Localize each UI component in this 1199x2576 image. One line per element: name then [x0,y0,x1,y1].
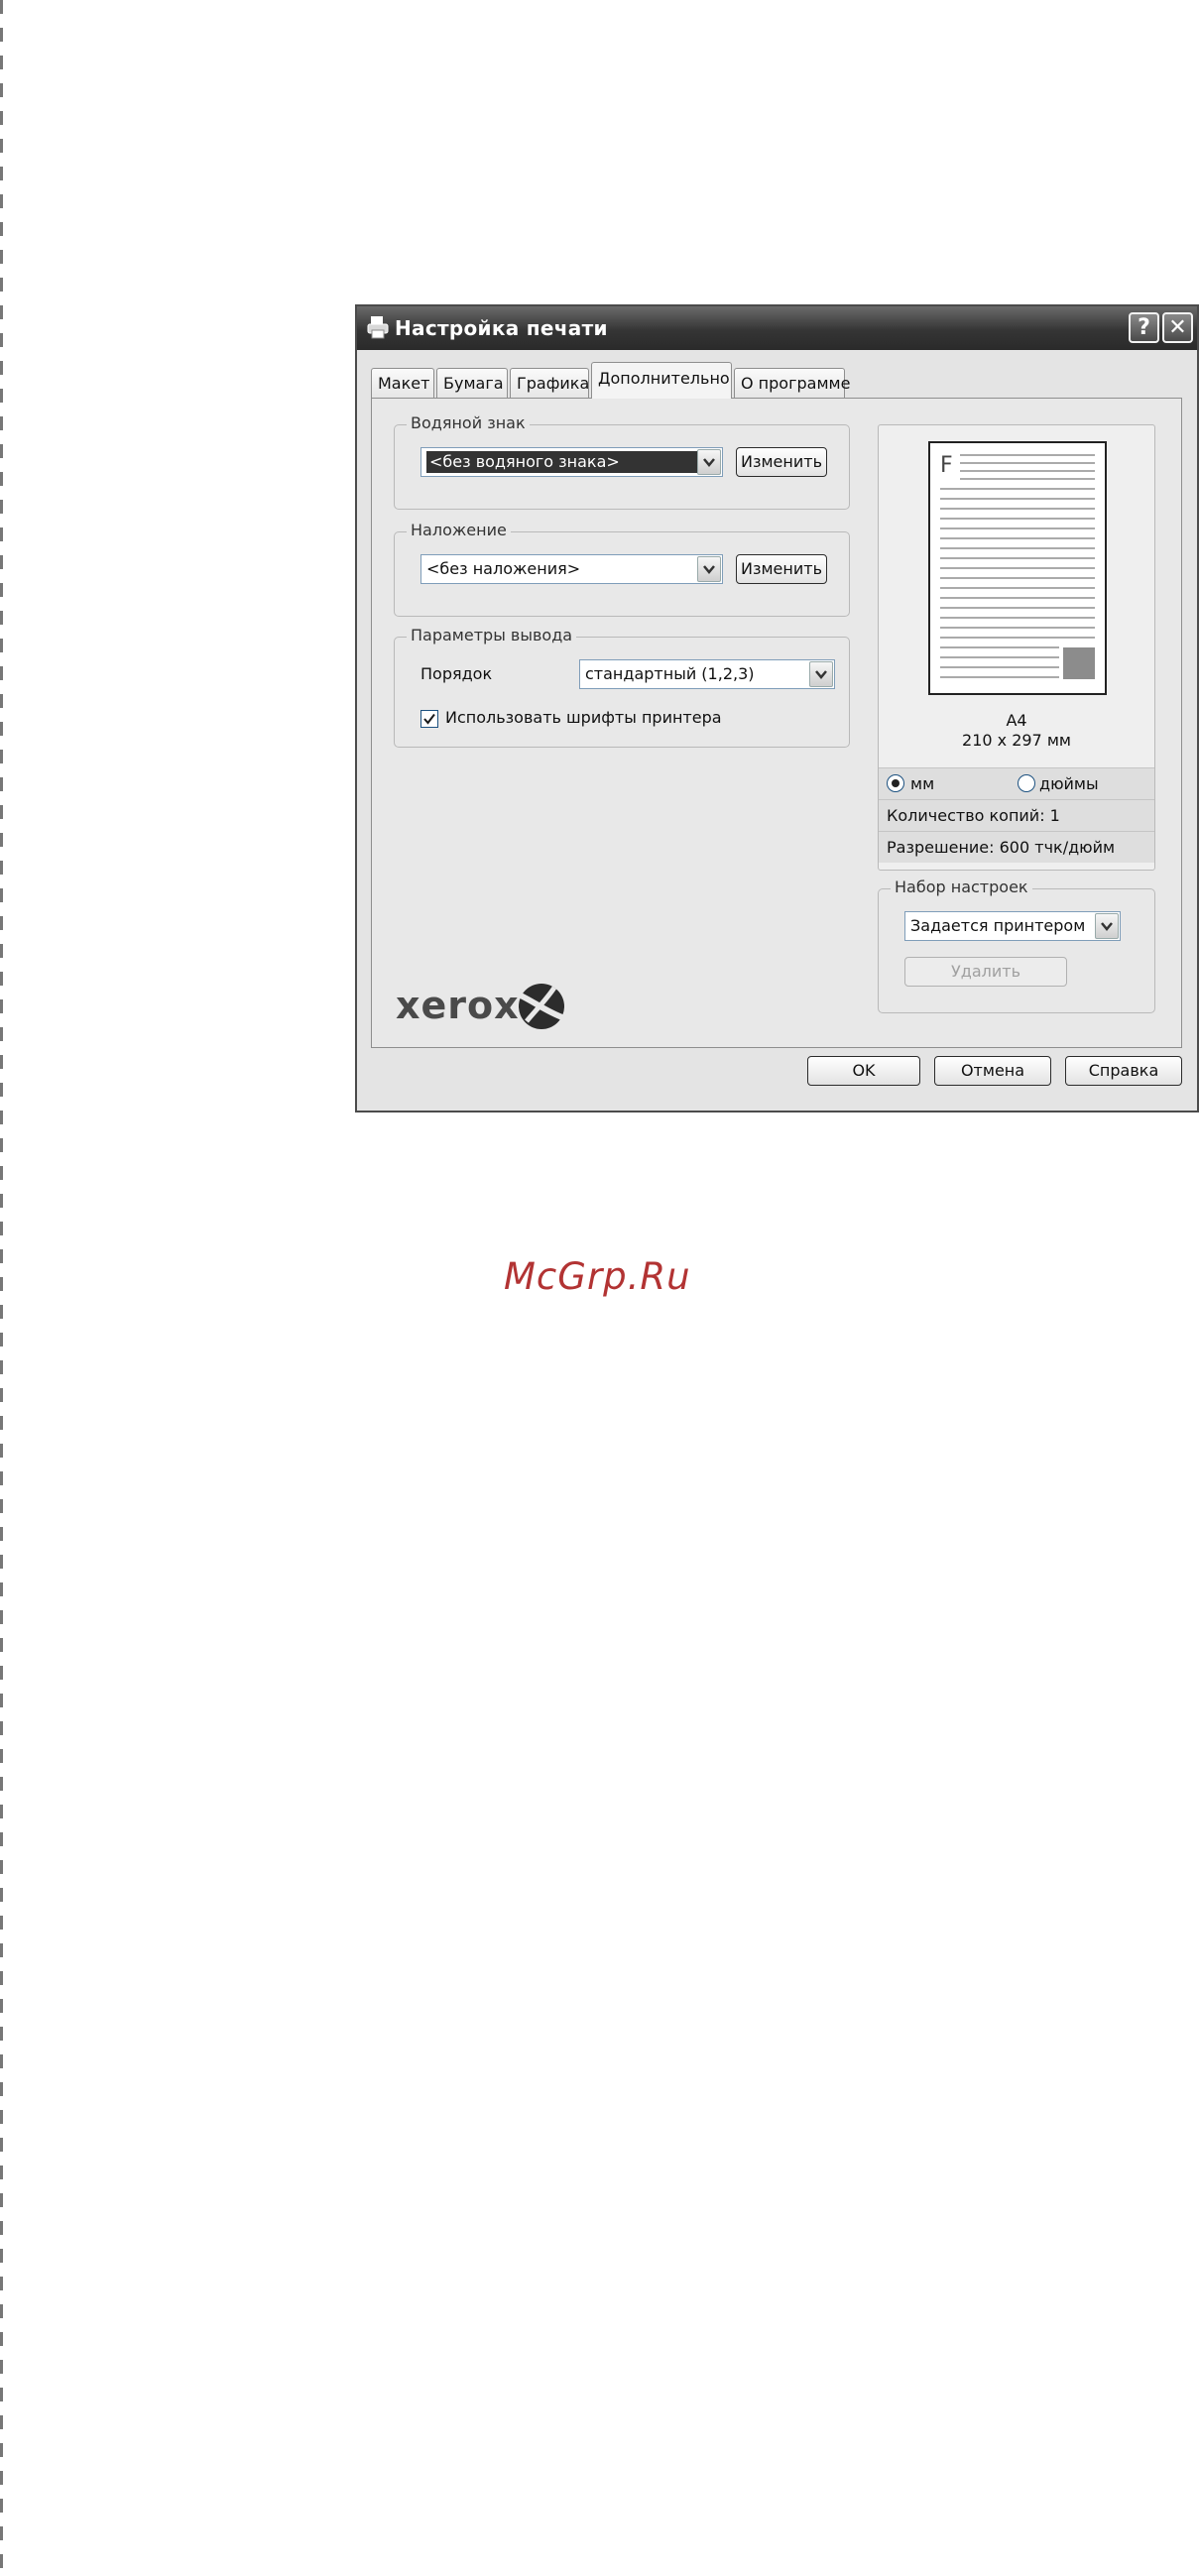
order-select[interactable]: стандартный (1,2,3) [579,659,835,689]
chevron-down-icon [1095,913,1119,939]
tab-graphics[interactable]: Графика [510,368,589,398]
ok-button[interactable]: OK [807,1056,920,1086]
radio-selected-dot [892,779,899,787]
tab-layout[interactable]: Макет [371,368,434,398]
paper-preview-page: F [928,441,1107,695]
watermark-select[interactable]: <без водяного знака> [420,447,723,477]
delete-preset-button[interactable]: Удалить [904,957,1067,987]
site-watermark: McGrp.Ru [504,1255,691,1298]
overlay-group-label: Наложение [407,521,511,539]
printer-fonts-label: Использовать шрифты принтера [445,708,722,727]
paper-info: A4 210 x 297 мм [879,711,1154,751]
output-options-group: Параметры вывода Порядок стандартный (1,… [394,626,850,748]
overlay-edit-button[interactable]: Изменить [736,554,827,584]
unit-inches-radio[interactable] [1018,774,1035,792]
favorites-group: Набор настроек Задается принтером Удалит… [878,878,1155,1013]
overlay-group: Наложение <без наложения> Изменить [394,521,850,617]
unit-mm-label: мм [910,774,935,793]
favorites-select[interactable]: Задается принтером [904,911,1121,941]
printer-fonts-checkbox[interactable] [420,710,438,728]
close-button[interactable]: ✕ [1162,312,1193,343]
output-options-group-label: Параметры вывода [407,626,577,644]
units-row: мм дюймы [879,767,1154,799]
resolution-row: Разрешение: 600 тчк/дюйм [879,831,1154,863]
cancel-button[interactable]: Отмена [934,1056,1051,1086]
unit-inches-label: дюймы [1039,774,1099,793]
tab-panel: Водяной знак <без водяного знака> Измени… [371,398,1182,1048]
page-edge-dashes [0,0,3,2576]
help-button[interactable]: Справка [1065,1056,1182,1086]
dialog-title: Настройка печати [395,316,608,340]
paper-name: A4 [1006,711,1027,730]
tab-about[interactable]: О программе [734,368,850,398]
chevron-down-icon [697,449,721,475]
order-select-value: стандартный (1,2,3) [585,664,755,683]
overlay-select[interactable]: <без наложения> [420,554,723,584]
copies-row: Количество копий: 1 [879,799,1154,831]
watermark-group-label: Водяной знак [407,413,530,432]
checkmark-icon [423,713,435,725]
tab-paper[interactable]: Бумага [436,368,508,398]
unit-mm-radio[interactable] [887,774,904,792]
favorites-select-value: Задается принтером [910,916,1086,935]
chevron-down-icon [697,556,721,582]
overlay-select-value: <без наложения> [426,559,581,578]
order-label: Порядок [420,664,493,683]
xerox-sphere-icon [519,984,564,1029]
print-settings-dialog: Настройка печати ? ✕ Макет Бумага График… [355,304,1199,1112]
xerox-logo-text: xerox [396,984,520,1027]
title-bar: Настройка печати ? ✕ [357,306,1197,350]
paper-preview-panel: F A4 210 x 297 мм мм дюймы Количество ко… [878,424,1155,871]
watermark-edit-button[interactable]: Изменить [736,447,827,477]
watermark-group: Водяной знак <без водяного знака> Измени… [394,413,850,510]
xerox-logo: xerox [396,982,594,1031]
help-title-button[interactable]: ? [1129,312,1159,343]
paper-size: 210 x 297 мм [962,731,1071,750]
favorites-group-label: Набор настроек [891,878,1032,896]
page-lines-illustration [940,454,1095,679]
chevron-down-icon [809,661,833,687]
tab-extras[interactable]: Дополнительно [591,362,732,399]
watermark-select-value: <без водяного знака> [426,451,700,473]
printer-icon [367,316,389,339]
